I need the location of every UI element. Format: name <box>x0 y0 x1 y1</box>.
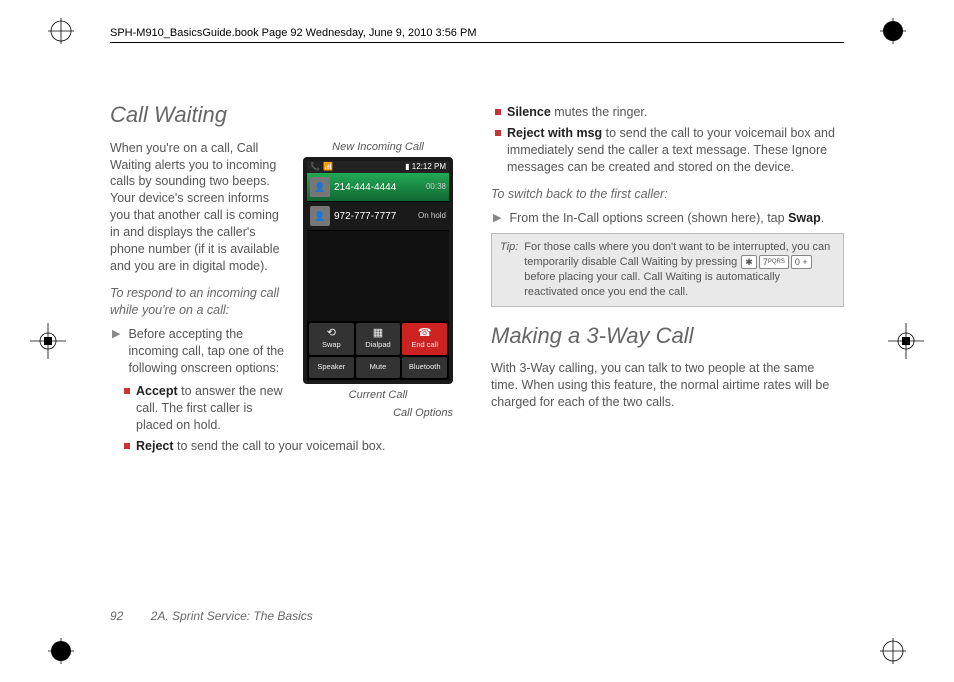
phone-status-bar: 📞 📶 ▮ 12:12 PM <box>307 161 449 174</box>
phone-mockup: 📞 📶 ▮ 12:12 PM 👤 214-444-4444 <box>303 157 453 384</box>
keycap-7: 7PQRS <box>759 255 789 269</box>
swap-icon: ⟲ <box>327 328 336 339</box>
heading-call-waiting: Call Waiting <box>110 100 463 130</box>
figure-label-top: New Incoming Call <box>293 140 463 155</box>
swap-button: ⟲Swap <box>309 323 354 355</box>
crop-mark-mid-right <box>888 323 924 359</box>
crop-mark-mid-left <box>30 323 66 359</box>
end-call-icon: ☎ <box>418 328 432 339</box>
figure-incoming-call: New Incoming Call 📞 📶 ▮ 12:12 PM 👤 <box>293 140 463 422</box>
bullet-icon <box>495 109 501 115</box>
switch-back-lead-in: To switch back to the first caller: <box>491 186 844 203</box>
call-duration: 00:38 <box>426 182 446 193</box>
tip-text-post: before placing your call. Call Waiting i… <box>524 271 780 298</box>
phone-icon: 📞 <box>310 162 320 173</box>
term-reject-with-msg: Reject with msg <box>507 126 602 140</box>
crop-mark-top-left <box>48 18 74 44</box>
page-number: 92 <box>110 609 123 623</box>
figure-label-call-options: Call Options <box>393 406 453 421</box>
avatar-icon: 👤 <box>310 206 330 226</box>
arrow-icon: ▶ <box>112 327 120 377</box>
option-silence: Silence mutes the ringer. <box>495 104 844 121</box>
option-reject: Reject to send the call to your voicemai… <box>124 438 463 455</box>
battery-icon: ▮ <box>405 162 409 171</box>
dialpad-icon: ▦ <box>373 328 383 339</box>
status-time: 12:12 PM <box>412 162 446 171</box>
avatar-icon: 👤 <box>310 177 330 197</box>
call-number-2: 972-777-7777 <box>334 210 414 224</box>
end-call-button: ☎End call <box>402 323 447 355</box>
crop-mark-top-right <box>880 18 906 44</box>
mute-button: Mute <box>356 357 401 377</box>
figure-label-current-call: Current Call <box>349 388 408 403</box>
term-swap: Swap <box>788 211 821 225</box>
keycap-0: 0 + <box>791 255 812 269</box>
bullet-icon <box>124 388 130 394</box>
dialpad-button: ▦Dialpad <box>356 323 401 355</box>
tip-label: Tip: <box>500 240 518 299</box>
step-before-accepting: ▶ Before accepting the incoming call, ta… <box>110 326 285 377</box>
call-number-1: 214-444-4444 <box>334 181 422 195</box>
step-tap-swap: ▶ From the In-Call options screen (shown… <box>491 210 844 227</box>
speaker-button: Speaker <box>309 357 354 377</box>
keycap-star: ✱ <box>741 255 757 269</box>
call-status-hold: On hold <box>418 211 446 222</box>
swap-step-pre: From the In-Call options screen (shown h… <box>509 211 788 225</box>
option-reject-text: to send the call to your voicemail box. <box>174 439 386 453</box>
heading-3-way-call: Making a 3-Way Call <box>491 321 844 351</box>
tip-box: Tip: For those calls where you don't wan… <box>491 233 844 306</box>
bluetooth-button: Bluetooth <box>402 357 447 377</box>
bullet-icon <box>495 130 501 136</box>
call-row-hold: 👤 972-777-7777 On hold <box>307 202 449 231</box>
swap-step-post: . <box>821 211 824 225</box>
option-reject-with-msg: Reject with msg to send the call to your… <box>495 125 844 176</box>
call-row-active: 👤 214-444-4444 00:38 <box>307 173 449 202</box>
step-text: Before accepting the incoming call, tap … <box>128 326 285 377</box>
running-header: SPH-M910_BasicsGuide.book Page 92 Wednes… <box>110 26 844 43</box>
option-accept: Accept to answer the new call. The first… <box>124 383 285 434</box>
three-way-intro: With 3-Way calling, you can talk to two … <box>491 360 844 411</box>
signal-icon: 📶 <box>323 162 333 173</box>
arrow-icon: ▶ <box>493 211 501 227</box>
page-footer: 92 2A. Sprint Service: The Basics <box>110 608 313 624</box>
crop-mark-bottom-right <box>880 638 906 664</box>
term-accept: Accept <box>136 384 178 398</box>
option-silence-text: mutes the ringer. <box>551 105 648 119</box>
term-silence: Silence <box>507 105 551 119</box>
crop-mark-bottom-left <box>48 638 74 664</box>
in-call-button-grid: ⟲Swap ▦Dialpad ☎End call Speaker Mute Bl… <box>307 321 449 379</box>
footer-section: 2A. Sprint Service: The Basics <box>151 609 313 623</box>
bullet-icon <box>124 443 130 449</box>
term-reject: Reject <box>136 439 174 453</box>
